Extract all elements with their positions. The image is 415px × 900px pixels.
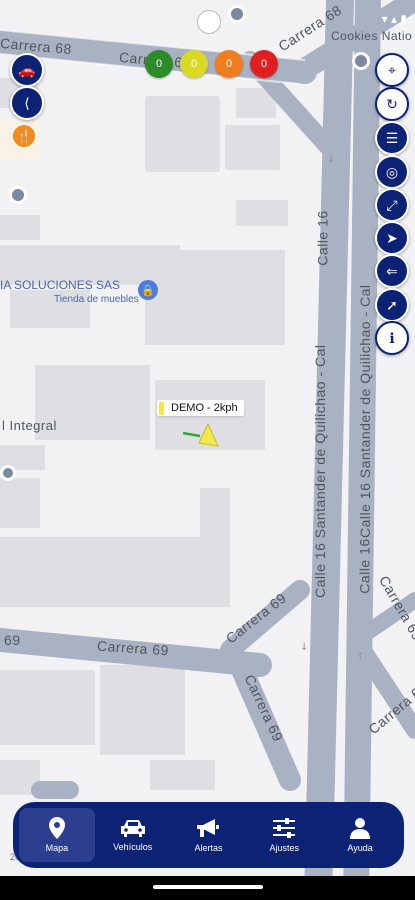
poi-marker-icon[interactable]: [9, 186, 27, 204]
megaphone-icon: [197, 819, 220, 837]
nav-ajustes[interactable]: Ajustes: [246, 808, 322, 862]
street-carrera-69: 69: [4, 632, 21, 648]
poi-category: Tienda de muebles: [54, 294, 139, 305]
status-icons: ▾ ▴ ▮: [381, 12, 407, 26]
nav-label: Alertas: [194, 843, 223, 853]
status-bar: ▾ ▴ ▮: [0, 0, 415, 40]
poi-name[interactable]: IA SOLUCIONES SAS: [0, 278, 120, 292]
traffic-icon[interactable]: ◎: [375, 155, 409, 189]
street-calle-16: Calle 16 Santander de Quilichao - Cal: [357, 284, 373, 538]
fullscreen-icon[interactable]: ⤢: [375, 188, 409, 222]
street-calle-16: Calle 16: [314, 210, 331, 266]
nav-label: Vehículos: [113, 842, 153, 852]
direction-icon[interactable]: ➤: [375, 221, 409, 255]
navigate-icon[interactable]: ➚: [375, 288, 409, 322]
map-canvas[interactable]: ↓ ↓ ↑: [0, 0, 415, 900]
poi-marker-icon[interactable]: [0, 465, 16, 481]
svg-text:↓: ↓: [327, 154, 335, 165]
person-icon: [350, 818, 371, 839]
restaurant-marker-icon[interactable]: 🍴: [13, 125, 35, 147]
layers-icon[interactable]: ☰: [375, 121, 409, 155]
nav-label: Ajustes: [269, 843, 300, 853]
map-pin-icon: [48, 817, 65, 839]
svg-text:↑: ↑: [356, 652, 364, 663]
poi-partial-label: l Integral: [2, 418, 57, 433]
car-icon: [120, 820, 145, 837]
camera-notch: [197, 10, 221, 34]
share-button[interactable]: ⟨: [10, 86, 44, 120]
home-indicator[interactable]: [153, 885, 263, 889]
vehicle-label[interactable]: DEMO - 2kph: [157, 400, 244, 416]
locate-icon[interactable]: ⌖: [375, 53, 409, 87]
nav-label: Mapa: [45, 843, 69, 853]
back-arrow-icon[interactable]: ⇐: [375, 254, 409, 288]
street-calle-16: Calle 16 Santander de Quilichao - Cal: [312, 344, 328, 598]
nav-alertas[interactable]: Alertas: [171, 808, 247, 862]
counter-yellow[interactable]: 0: [180, 50, 208, 78]
nav-label: Ayuda: [347, 843, 373, 853]
vehicles-filter-button[interactable]: 🚗: [10, 53, 44, 87]
refresh-icon[interactable]: ↻: [375, 87, 409, 121]
sliders-icon: [273, 818, 296, 838]
poi-marker-icon[interactable]: [352, 52, 370, 70]
counter-orange[interactable]: 0: [215, 50, 243, 78]
svg-text:↓: ↓: [300, 642, 308, 653]
nav-vehiculos[interactable]: Vehículos: [95, 808, 171, 862]
street-calle-16: Calle 16: [356, 538, 373, 594]
bottom-navigation: Mapa Vehículos Alertas Ajustes Ayuda: [13, 802, 404, 868]
counter-green[interactable]: 0: [145, 50, 173, 78]
nav-ayuda[interactable]: Ayuda: [322, 808, 398, 862]
nav-mapa[interactable]: Mapa: [19, 808, 95, 862]
counter-red[interactable]: 0: [250, 50, 278, 78]
info-icon[interactable]: ℹ: [375, 321, 409, 355]
store-marker-icon[interactable]: 🔒: [138, 280, 158, 300]
